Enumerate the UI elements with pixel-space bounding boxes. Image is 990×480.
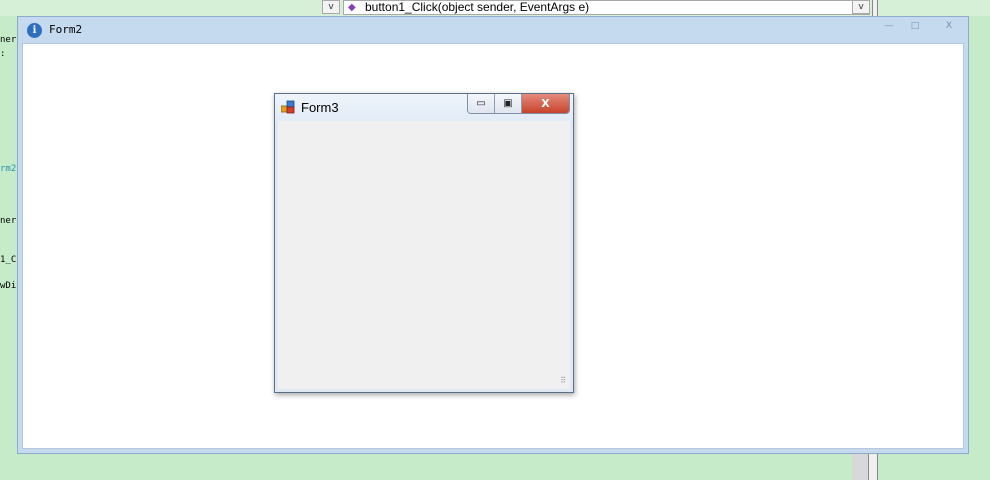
form3-client-area: ⠿ xyxy=(278,121,570,389)
form2-minimize-button[interactable]: — xyxy=(878,18,900,35)
ide-splitter[interactable] xyxy=(868,452,878,480)
form3-window: Form3 ▭ ▣ X ⠿ xyxy=(274,93,574,393)
form3-maximize-button[interactable]: ▣ xyxy=(495,94,522,113)
info-icon: i xyxy=(27,23,42,38)
method-combo[interactable]: ◆ button1_Click(object sender, EventArgs… xyxy=(343,0,870,15)
form3-titlebar[interactable]: Form3 ▭ ▣ X xyxy=(275,94,573,121)
class-combo-dropdown-button[interactable]: v xyxy=(322,0,340,14)
form2-title: Form2 xyxy=(49,23,83,36)
method-signature: button1_Click(object sender, EventArgs e… xyxy=(365,0,590,14)
form3-caption-buttons: ▭ ▣ X xyxy=(467,94,570,114)
form2-close-button[interactable]: X xyxy=(938,18,960,35)
form-app-icon xyxy=(281,100,295,114)
form3-title: Form3 xyxy=(301,100,339,115)
ide-scrollbar-track[interactable] xyxy=(852,452,868,480)
resize-grip-icon[interactable]: ⠿ xyxy=(560,377,566,385)
form2-maximize-button[interactable]: □ xyxy=(904,18,926,35)
method-combo-dropdown-button[interactable]: v xyxy=(852,0,870,14)
method-icon: ◆ xyxy=(348,2,356,13)
form3-minimize-button[interactable]: ▭ xyxy=(468,94,495,113)
form3-close-button[interactable]: X xyxy=(522,94,569,113)
ide-splitter[interactable] xyxy=(872,0,878,16)
form2-titlebar[interactable]: i Form2 — □ X xyxy=(18,17,968,43)
